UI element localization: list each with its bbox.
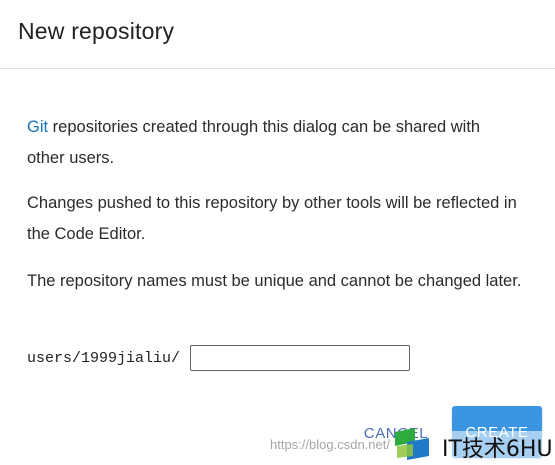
- dialog-title: New repository: [18, 18, 175, 44]
- repository-path-row: users/1999jialiu/: [27, 344, 411, 372]
- title-divider: [0, 68, 555, 69]
- repository-path-prefix: users/1999jialiu/: [27, 349, 181, 367]
- info-paragraph-names: The repository names must be unique and …: [27, 272, 522, 290]
- new-repository-dialog: New repository Git repositories created …: [0, 0, 555, 465]
- repository-name-input[interactable]: [190, 345, 411, 371]
- git-link[interactable]: Git: [27, 118, 48, 136]
- info-paragraph-git: Git repositories created through this di…: [27, 112, 522, 174]
- it-6hu-logo-icon: [395, 428, 429, 460]
- info-paragraph-changes: Changes pushed to this repository by oth…: [27, 194, 517, 243]
- watermark-url: https://blog.csdn.net/: [270, 437, 390, 452]
- info-paragraph-git-text: repositories created through this dialog…: [27, 118, 481, 167]
- watermark-text: IT技术6HU: [440, 431, 555, 463]
